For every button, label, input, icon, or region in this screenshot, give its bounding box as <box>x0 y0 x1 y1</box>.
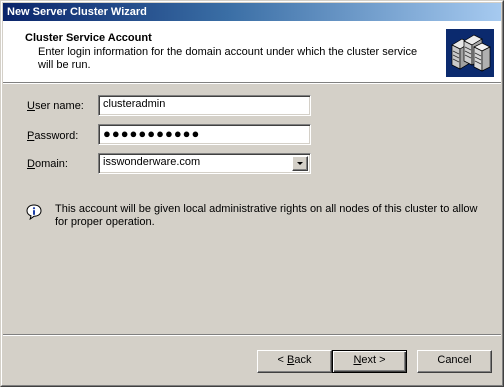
password-input[interactable]: ●●●●●●●●●●● <box>98 124 311 145</box>
header-subtitle: Enter login information for the domain a… <box>38 46 418 71</box>
password-label: Password: <box>27 130 79 142</box>
info-message: This account will be given local adminis… <box>55 203 478 228</box>
password-value: ●●●●●●●●●●● <box>103 126 201 141</box>
server-cluster-icon <box>446 29 494 77</box>
header-divider-highlight <box>3 83 501 84</box>
domain-value: isswonderware.com <box>103 156 201 168</box>
header-title: Cluster Service Account <box>25 32 152 44</box>
wizard-window: New Server Cluster Wizard Cluster Servic… <box>0 0 504 387</box>
window-title: New Server Cluster Wizard <box>7 6 147 18</box>
username-value: clusteradmin <box>103 98 166 110</box>
next-button[interactable]: Next > <box>332 350 407 373</box>
info-icon <box>26 204 42 220</box>
domain-select[interactable]: isswonderware.com <box>98 153 311 174</box>
back-button[interactable]: < Back <box>257 350 332 373</box>
username-input[interactable]: clusteradmin <box>98 95 311 116</box>
wizard-header: Cluster Service Account Enter login info… <box>3 21 501 82</box>
domain-label: Domain: <box>27 158 68 170</box>
cancel-button[interactable]: Cancel <box>417 350 492 373</box>
chevron-down-icon[interactable] <box>292 156 308 171</box>
footer-divider-highlight <box>3 335 501 336</box>
title-bar[interactable]: New Server Cluster Wizard <box>3 3 501 21</box>
username-label: User name: <box>27 100 84 112</box>
